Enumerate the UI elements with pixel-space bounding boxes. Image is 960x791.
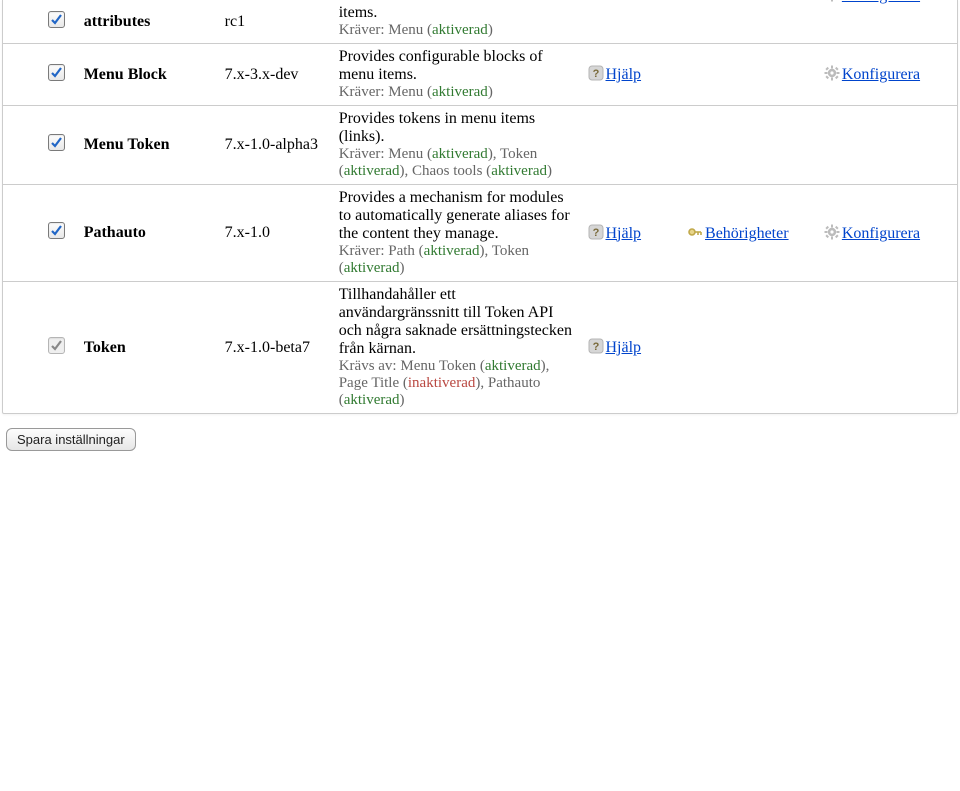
table-row: Menu Token 7.x-1.0-alpha3 Provides tokens …: [3, 106, 958, 185]
configure-link[interactable]: Konfigurera: [842, 0, 920, 4]
help-icon: ?: [588, 65, 604, 81]
module-description: Provides a mechanism for modules to auto…: [339, 189, 570, 242]
module-version: 7.x-1.0: [225, 224, 270, 241]
help-link[interactable]: Hjälp: [606, 225, 642, 242]
module-description: Tillhandahåller ett användargränssnitt t…: [339, 286, 572, 357]
module-enable-checkbox[interactable]: [48, 222, 65, 239]
svg-text:?: ?: [592, 68, 599, 80]
module-requirements: Krävs av: Menu Token (aktiverad), Page T…: [339, 358, 580, 409]
module-requirements: Kräver: Menu (aktiverad): [339, 22, 580, 39]
module-description: Provides configurable blocks of menu ite…: [339, 48, 543, 83]
module-version: rc1: [225, 13, 245, 30]
module-enable-checkbox[interactable]: [48, 11, 65, 28]
module-requirements: Kräver: Menu (aktiverad), Token (aktiver…: [339, 146, 580, 180]
module-version: 7.x-1.0-beta7: [225, 339, 310, 356]
module-requirements: Kräver: Menu (aktiverad): [339, 84, 580, 101]
svg-text:?: ?: [592, 341, 599, 353]
module-requirements: Kräver: Path (aktiverad), Token (aktiver…: [339, 243, 580, 277]
module-enable-checkbox: [48, 337, 65, 354]
configure-link[interactable]: Konfigurera: [842, 66, 920, 83]
module-name: Token: [84, 339, 126, 356]
module-description: Provides tokens in menu items (links).: [339, 110, 535, 145]
table-row: attributes rc1 items.Kräver: Menu (aktiver…: [3, 0, 958, 44]
module-version: 7.x-3.x-dev: [225, 66, 299, 83]
module-description: items.: [339, 4, 378, 21]
table-row: Menu Block 7.x-3.x-dev Provides configurab…: [3, 44, 958, 106]
gear-icon: [824, 0, 840, 2]
help-icon: ?: [588, 224, 604, 240]
save-settings-button[interactable]: Spara inställningar: [6, 428, 136, 451]
module-version: 7.x-1.0-alpha3: [225, 136, 318, 153]
key-icon: [687, 224, 703, 240]
gear-icon: [824, 224, 840, 240]
table-row: Token 7.x-1.0-beta7 Tillhandahåller ett an…: [3, 282, 958, 414]
configure-link[interactable]: Konfigurera: [842, 225, 920, 242]
modules-table: attributesrc1items.Kräver: Menu (aktiver…: [3, 0, 958, 413]
help-link[interactable]: Hjälp: [606, 339, 642, 356]
help-link[interactable]: Hjälp: [606, 66, 642, 83]
module-enable-checkbox[interactable]: [48, 64, 65, 81]
gear-icon: [824, 65, 840, 81]
module-name: Menu Token: [84, 136, 170, 153]
module-name: attributes: [84, 13, 151, 30]
permissions-link[interactable]: Behörigheter: [705, 225, 789, 242]
module-name: Pathauto: [84, 224, 146, 241]
module-name: Menu Block: [84, 66, 167, 83]
help-icon: ?: [588, 338, 604, 354]
module-enable-checkbox[interactable]: [48, 134, 65, 151]
table-row: Pathauto 7.x-1.0 Provides a mechanism for …: [3, 185, 958, 282]
svg-text:?: ?: [592, 227, 599, 239]
